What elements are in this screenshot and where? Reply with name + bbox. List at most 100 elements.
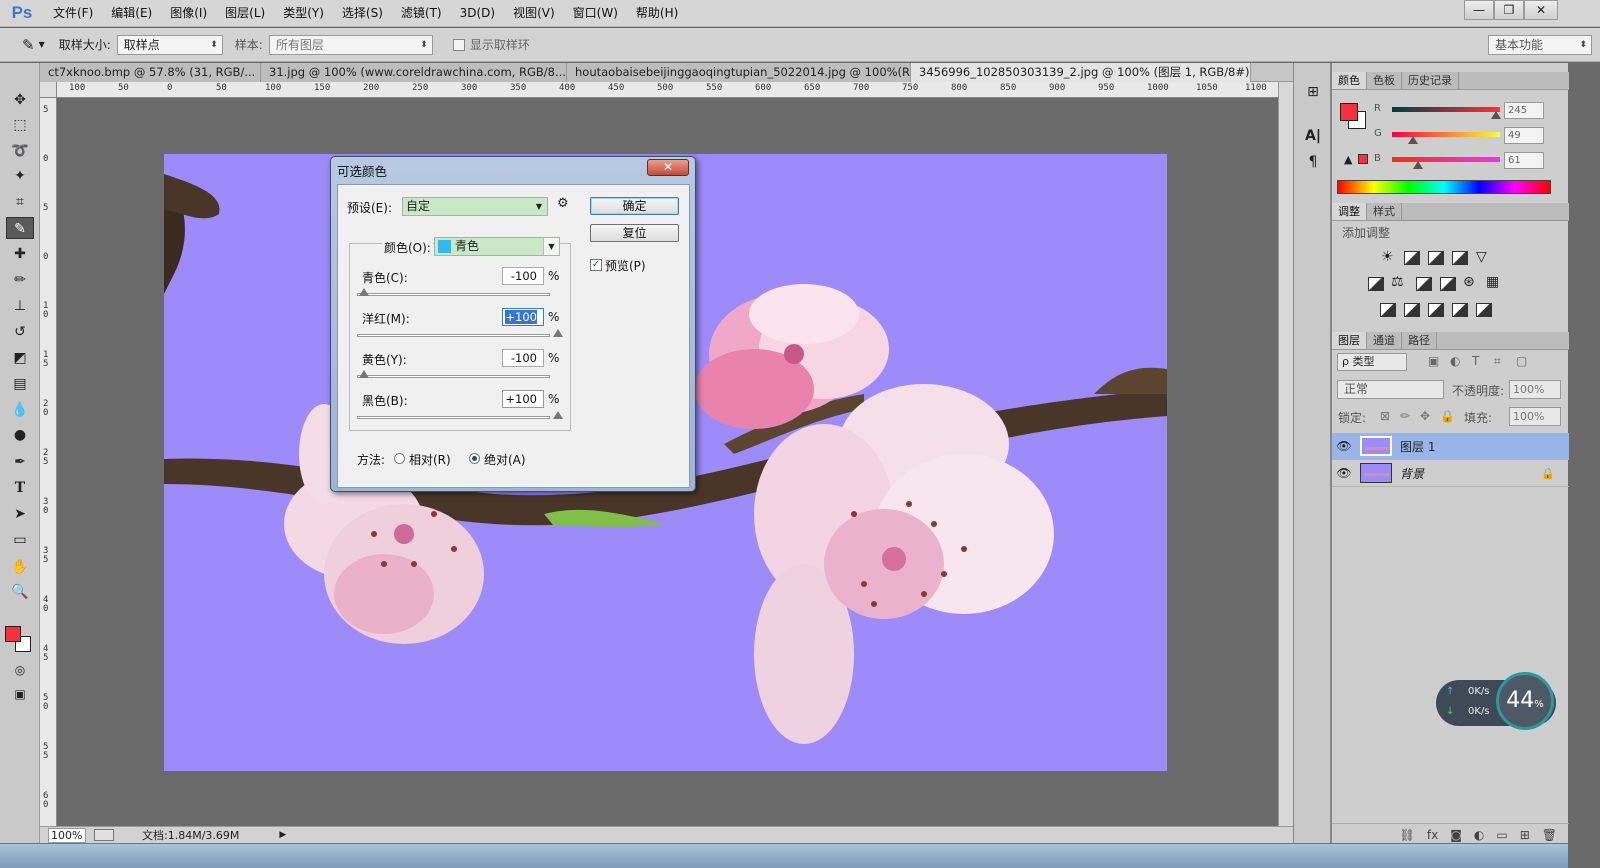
path-select-icon[interactable]: ➤ xyxy=(6,503,34,525)
gradient-map-icon[interactable] xyxy=(1476,303,1492,317)
menu-3d[interactable]: 3D(D) xyxy=(451,0,504,27)
menu-file[interactable]: 文件(F) xyxy=(44,0,102,27)
layer-filter-select[interactable]: ρ 类型 xyxy=(1337,353,1407,371)
move-tool-icon[interactable]: ✥ xyxy=(6,89,34,111)
lock-transparent-icon[interactable]: ⊠ xyxy=(1380,409,1390,423)
fill-field[interactable]: 100% xyxy=(1509,407,1561,426)
invert-icon[interactable] xyxy=(1380,303,1396,317)
black-slider-knob[interactable] xyxy=(553,411,563,419)
zoom-tool-icon[interactable]: 🔍 xyxy=(6,581,34,603)
menu-select[interactable]: 选择(S) xyxy=(333,0,392,27)
show-ring-checkbox[interactable] xyxy=(452,38,465,51)
healing-brush-icon[interactable]: ✚ xyxy=(6,243,34,265)
brightness-icon[interactable]: ☀ xyxy=(1381,249,1394,265)
tab-styles[interactable]: 样式 xyxy=(1367,203,1402,220)
color-balance-icon[interactable]: ⚖ xyxy=(1391,274,1404,290)
link-layers-icon[interactable]: ⛓ xyxy=(1400,828,1415,842)
blur-tool-icon[interactable]: 💧 xyxy=(6,399,34,421)
lock-pixels-icon[interactable]: ✏ xyxy=(1400,409,1410,423)
channel-slider-knob[interactable] xyxy=(1412,161,1423,169)
channel-mixer-icon[interactable]: ⊛ xyxy=(1463,274,1475,290)
screen-mode-icon[interactable]: ▣ xyxy=(6,683,34,705)
layer-row-background[interactable]: 👁 背景 🔒 xyxy=(1332,460,1569,487)
eraser-tool-icon[interactable]: ◩ xyxy=(6,347,34,369)
cyan-slider-track[interactable] xyxy=(357,293,550,296)
menu-window[interactable]: 窗口(W) xyxy=(564,0,627,27)
tab-layers[interactable]: 图层 xyxy=(1332,332,1367,349)
history-brush-icon[interactable]: ↺ xyxy=(6,321,34,343)
delete-layer-icon[interactable]: 🗑 xyxy=(1542,828,1557,842)
curves-icon[interactable] xyxy=(1428,251,1444,265)
levels-icon[interactable] xyxy=(1404,251,1420,265)
menu-view[interactable]: 视图(V) xyxy=(504,0,564,27)
tab-history[interactable]: 历史记录 xyxy=(1402,72,1459,89)
eyedropper-tool-icon[interactable]: ✎ xyxy=(6,217,34,239)
tab-doc-3[interactable]: houtaobaisebeijinggaoqingtupian_5022014.… xyxy=(567,63,911,82)
filter-type-icon[interactable]: T xyxy=(1472,354,1479,368)
blend-mode-select[interactable]: 正常 xyxy=(1337,380,1444,399)
tab-doc-1[interactable]: ct7xknoo.bmp @ 57.8% (31, RGB/...× xyxy=(40,63,261,82)
character-panel-icon[interactable]: A| xyxy=(1299,125,1327,147)
tab-doc-2[interactable]: 31.jpg @ 100% (www.coreldrawchina.com, R… xyxy=(261,63,567,82)
ok-button[interactable]: 确定 xyxy=(590,197,679,215)
magenta-value-field[interactable]: +100 xyxy=(502,308,544,326)
colors-select[interactable]: 青色 ▼ xyxy=(434,237,560,256)
red-channel-slider[interactable] xyxy=(1392,107,1500,112)
reset-button[interactable]: 复位 xyxy=(590,224,679,242)
layer-row-1[interactable]: 👁 图层 1 xyxy=(1332,433,1569,460)
hand-tool-icon[interactable]: ✋ xyxy=(6,556,34,578)
tab-adjustments[interactable]: 调整 xyxy=(1332,203,1367,220)
channel-slider-knob[interactable] xyxy=(1407,136,1418,144)
tool-preset-dropdown-icon[interactable]: ▼ xyxy=(39,40,45,49)
dialog-close-button[interactable]: ✕ xyxy=(647,159,689,176)
black-white-icon[interactable] xyxy=(1416,277,1432,291)
menu-layer[interactable]: 图层(L) xyxy=(216,0,274,27)
paragraph-panel-icon[interactable]: ¶ xyxy=(1299,151,1327,173)
restore-button[interactable]: ❐ xyxy=(1494,0,1524,20)
vertical-scrollbar[interactable] xyxy=(1278,82,1293,826)
filter-shape-icon[interactable]: ⌗ xyxy=(1494,354,1501,369)
photo-filter-icon[interactable] xyxy=(1440,277,1456,291)
magic-wand-icon[interactable]: ✦ xyxy=(6,165,34,187)
memory-usage-gauge[interactable]: 44% xyxy=(1496,672,1554,730)
tab-swatches[interactable]: 色板 xyxy=(1367,72,1402,89)
gradient-tool-icon[interactable]: ▤ xyxy=(6,373,34,395)
menu-type[interactable]: 类型(Y) xyxy=(274,0,333,27)
black-slider-track[interactable] xyxy=(357,416,550,419)
sample-select[interactable]: 所有图层 ⬍ xyxy=(268,34,433,55)
preview-checkbox[interactable]: ✓ xyxy=(590,259,602,271)
close-window-button[interactable]: ✕ xyxy=(1524,0,1558,20)
filter-pixel-icon[interactable]: ▣ xyxy=(1428,354,1439,368)
cyan-slider-knob[interactable] xyxy=(359,288,369,296)
color-lookup-icon[interactable]: ▦ xyxy=(1486,274,1499,290)
status-menu-arrow-icon[interactable]: ▶ xyxy=(279,830,286,840)
lock-all-icon[interactable]: 🔒 xyxy=(1440,409,1455,423)
tab-channels[interactable]: 通道 xyxy=(1367,332,1402,349)
lock-position-icon[interactable]: ✥ xyxy=(1420,409,1430,423)
tab-paths[interactable]: 路径 xyxy=(1402,332,1437,349)
threshold-icon[interactable] xyxy=(1428,303,1444,317)
foreground-color-swatch[interactable] xyxy=(5,626,21,642)
filter-adjust-icon[interactable]: ◐ xyxy=(1450,354,1460,368)
magenta-slider-track[interactable] xyxy=(357,334,550,337)
gamut-color-swatch[interactable] xyxy=(1358,154,1368,164)
filter-smart-icon[interactable]: ▢ xyxy=(1516,354,1527,368)
gamut-warning-icon[interactable]: ▲ xyxy=(1344,153,1352,166)
posterize-icon[interactable] xyxy=(1404,303,1420,317)
color-panel-foreground-swatch[interactable] xyxy=(1340,103,1358,121)
color-spectrum-bar[interactable] xyxy=(1337,180,1551,194)
menu-filter[interactable]: 滤镜(T) xyxy=(392,0,451,27)
channel-slider-knob[interactable] xyxy=(1490,111,1501,119)
menu-edit[interactable]: 编辑(E) xyxy=(102,0,161,27)
stamp-tool-icon[interactable]: ⊥ xyxy=(6,295,34,317)
brush-tool-icon[interactable]: ✏ xyxy=(6,269,34,291)
3d-panel-icon[interactable]: ⊞ xyxy=(1299,81,1327,103)
menu-image[interactable]: 图像(I) xyxy=(161,0,216,27)
relative-radio[interactable] xyxy=(394,453,405,464)
pen-tool-icon[interactable]: ✒ xyxy=(6,451,34,473)
magenta-slider-knob[interactable] xyxy=(553,329,563,337)
red-channel-value[interactable]: 245 xyxy=(1504,102,1544,119)
exposure-icon[interactable] xyxy=(1452,251,1468,265)
layer-name[interactable]: 图层 1 xyxy=(1400,438,1435,455)
tab-doc-4[interactable]: 3456996_102850303139_2.jpg @ 100% (图层 1,… xyxy=(911,63,1251,82)
